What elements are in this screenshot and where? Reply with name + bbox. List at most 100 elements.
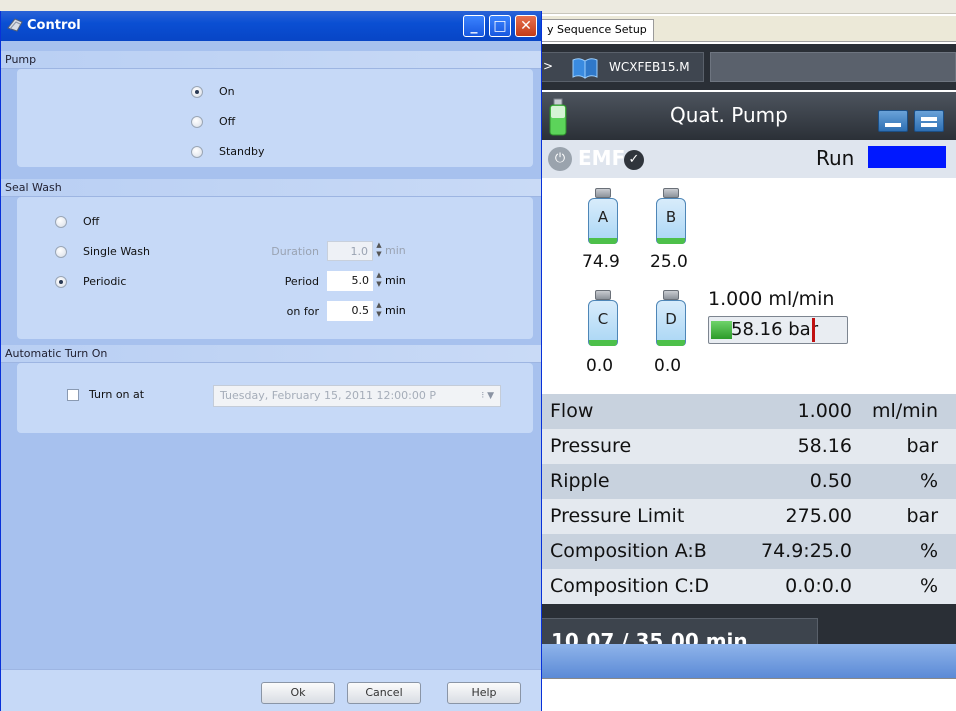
datetime-value: Tuesday, February 15, 2011 12:00:00 P (220, 389, 436, 402)
table-row: Ripple 0.50 % (540, 464, 956, 499)
auto-turn-on-section-heading: Automatic Turn On (1, 345, 541, 363)
param-unit: bar (906, 435, 938, 457)
dialog-titlebar[interactable]: Control _ □ ✕ (1, 11, 541, 41)
param-unit: ml/min (871, 400, 938, 422)
period-unit: min (385, 274, 406, 287)
bottle-letter: D (665, 310, 677, 328)
bottle-d-icon: D (654, 290, 688, 348)
pump-section-panel: On Off Standby (17, 69, 533, 167)
table-row: Pressure 58.16 bar (540, 429, 956, 464)
periodic-label: Periodic (83, 275, 127, 288)
pressure-readout: 58.16 bar (731, 319, 819, 340)
dialog-button-bar: Ok Cancel Help (1, 669, 541, 711)
table-row: Composition A:B 74.9:25.0 % (540, 534, 956, 569)
param-unit: % (919, 575, 938, 597)
help-button[interactable]: Help (447, 682, 521, 704)
solvent-bottle-icon (549, 98, 567, 136)
tab-sequence-setup[interactable]: y Sequence Setup (540, 19, 654, 41)
param-name: Pressure (550, 435, 632, 457)
ok-button[interactable]: Ok (261, 682, 335, 704)
table-row: Composition C:D 0.0:0.0 % (540, 569, 956, 604)
flow-readout: 1.000 ml/min (708, 288, 835, 310)
period-value: 5.0 (327, 271, 373, 291)
maximize-button[interactable]: □ (489, 15, 511, 37)
background-footer (540, 678, 956, 711)
param-unit: % (919, 540, 938, 562)
bottle-b-icon: B (654, 188, 688, 246)
seal-wash-off-radio[interactable] (55, 216, 67, 228)
param-name: Pressure Limit (550, 505, 685, 527)
auto-turn-on-panel: Turn on at Tuesday, February 15, 2011 12… (17, 363, 533, 433)
param-name: Ripple (550, 470, 610, 492)
pump-parameter-table: Flow 1.000 ml/min Pressure 58.16 bar Rip… (540, 394, 956, 604)
bottle-a-value: 74.9 (582, 252, 620, 272)
seal-wash-section-heading: Seal Wash (1, 179, 541, 197)
run-label: Run (816, 146, 855, 170)
param-value: 1.000 (797, 400, 852, 422)
pump-header: Quat. Pump (540, 92, 956, 140)
minimize-pump-button[interactable] (878, 110, 908, 132)
pump-standby-label: Standby (219, 145, 265, 158)
run-status-indicator (868, 146, 946, 168)
param-value: 0.0:0.0 (785, 575, 852, 597)
spin-arrows-icon[interactable]: ▲ ▼ (375, 301, 383, 321)
bottle-c-icon: C (586, 290, 620, 348)
method-bar: > WCXFEB15.M (540, 44, 956, 90)
method-selector[interactable]: > WCXFEB15.M (540, 52, 704, 82)
param-value: 275.00 (785, 505, 852, 527)
single-wash-radio[interactable] (55, 246, 67, 258)
param-name: Composition C:D (550, 575, 709, 597)
param-value: 74.9:25.0 (760, 540, 852, 562)
period-label: Period (284, 275, 319, 288)
minimize-icon: _ (470, 18, 478, 34)
period-stepper[interactable]: 5.0 ▲ ▼ min (327, 271, 406, 291)
duration-unit: min (385, 244, 406, 257)
power-icon[interactable]: ⏻ (548, 147, 572, 171)
on-for-unit: min (385, 304, 406, 317)
dialog-title: Control (27, 18, 81, 33)
pressure-gauge: 58.16 bar (708, 316, 848, 344)
check-icon: ✓ (624, 150, 644, 170)
run-time-readout: 10.07 / 35.00 min (540, 618, 818, 644)
cancel-button[interactable]: Cancel (347, 682, 421, 704)
param-name: Flow (550, 400, 594, 422)
pump-standby-radio[interactable] (191, 146, 203, 158)
bottle-d-value: 0.0 (654, 356, 682, 376)
param-value: 0.50 (809, 470, 852, 492)
control-dialog: Control _ □ ✕ Pump On Off Standby Seal W… (0, 11, 542, 711)
turn-on-datetime-picker[interactable]: Tuesday, February 15, 2011 12:00:00 P ⁝ … (213, 385, 501, 407)
emf-label: EMF (578, 146, 626, 170)
bottle-c-value: 0.0 (586, 356, 614, 376)
pump-off-label: Off (219, 115, 236, 128)
pump-status-row: ⏻ EMF ✓ Run (540, 140, 956, 178)
seal-wash-panel: Off Single Wash Periodic Duration 1.0 ▲ ▼… (17, 197, 533, 339)
table-row: Flow 1.000 ml/min (540, 394, 956, 429)
pump-on-label: On (219, 85, 235, 98)
param-unit: bar (906, 505, 938, 527)
on-for-stepper[interactable]: 0.5 ▲ ▼ min (327, 301, 406, 321)
param-value: 58.16 (797, 435, 852, 457)
run-time-area: 10.07 / 35.00 min (540, 604, 956, 644)
solvent-bottles-panel: A 74.9 B 25.0 C 0.0 D 0.0 1.000 ml/min 5… (540, 178, 956, 394)
book-icon (572, 58, 598, 79)
method-bar-field (710, 52, 956, 82)
pump-off-radio[interactable] (191, 116, 203, 128)
bottle-letter: C (597, 310, 609, 328)
background-status-bar (540, 644, 956, 678)
bottle-b-value: 25.0 (650, 252, 688, 272)
pump-on-radio[interactable] (191, 86, 203, 98)
bottle-a-icon: A (586, 188, 620, 246)
spin-arrows-icon[interactable]: ▲ ▼ (375, 241, 383, 261)
duration-stepper[interactable]: 1.0 ▲ ▼ min (327, 241, 406, 261)
turn-on-at-label: Turn on at (89, 388, 145, 401)
method-prefix: > (543, 59, 554, 73)
maximize-icon: □ (493, 18, 507, 34)
chevron-down-icon[interactable]: ⁝ ▼ (481, 386, 494, 406)
restore-pump-button[interactable] (914, 110, 944, 132)
spin-arrows-icon[interactable]: ▲ ▼ (375, 271, 383, 291)
close-icon: ✕ (520, 18, 532, 34)
close-button[interactable]: ✕ (515, 15, 537, 37)
minimize-button[interactable]: _ (463, 15, 485, 37)
periodic-radio[interactable] (55, 276, 67, 288)
turn-on-at-checkbox[interactable] (67, 389, 79, 401)
